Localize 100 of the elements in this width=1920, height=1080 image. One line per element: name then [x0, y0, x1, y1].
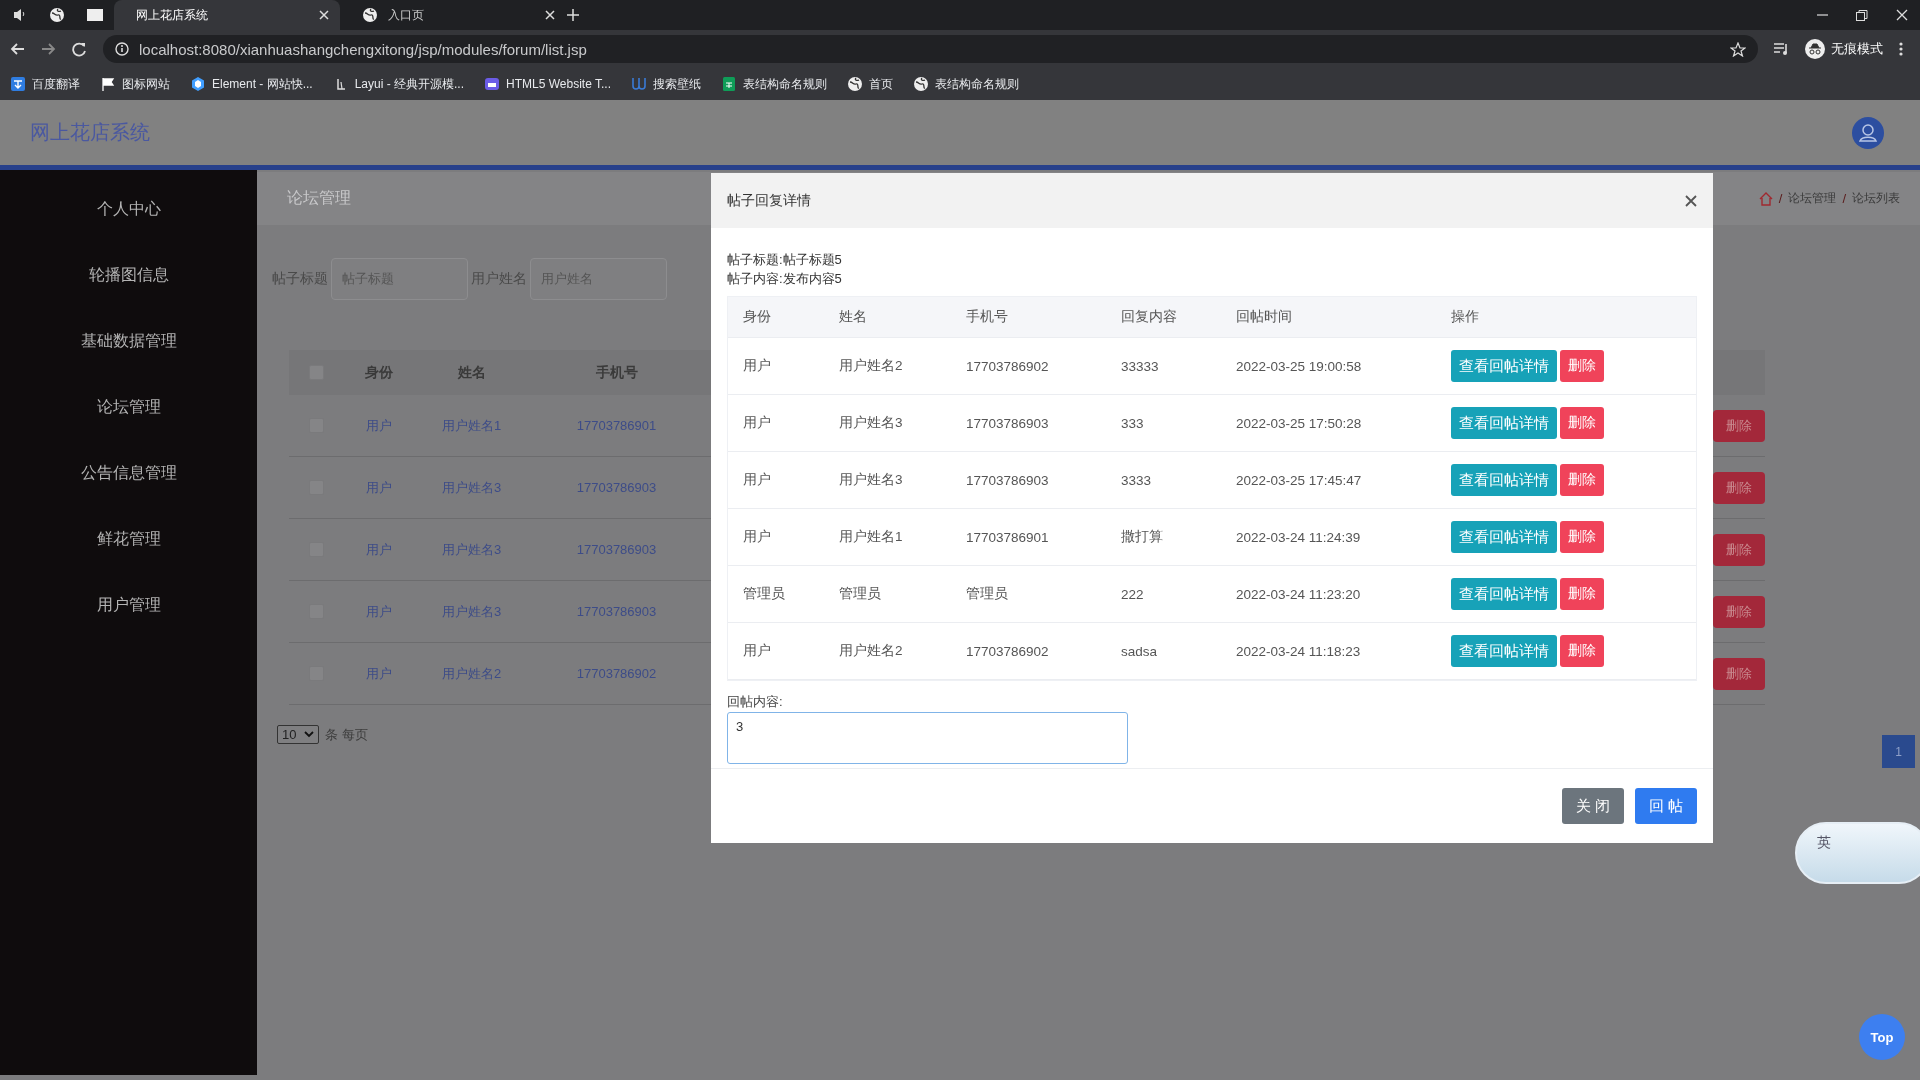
reply-button[interactable]: 回 帖 — [1635, 788, 1697, 824]
browser-tab[interactable]: 入口页 — [340, 0, 566, 30]
delete-button[interactable]: 删除 — [1560, 578, 1604, 610]
browser-tab[interactable]: 网上花店系统 — [114, 0, 340, 30]
ime-mode: 英 — [1817, 834, 1831, 852]
table-cell-text: 用户姓名2 — [839, 642, 904, 660]
sidebar-item[interactable]: 个人中心 — [96, 176, 161, 242]
hexagon-icon — [190, 76, 206, 92]
column-header: 操作 — [1451, 308, 1480, 326]
incognito-label: 无痕模式 — [1831, 40, 1883, 58]
column-header: 手机号 — [966, 308, 1009, 326]
close-icon[interactable] — [1685, 194, 1697, 207]
table-cell-text: 17703786903 — [575, 542, 658, 557]
table-cell-text: 2022-03-24 11:23:20 — [1236, 586, 1362, 602]
reload-icon[interactable] — [72, 41, 87, 57]
globe-icon — [362, 7, 378, 23]
back-icon[interactable] — [10, 42, 25, 56]
delete-button[interactable]: 删除 — [1560, 350, 1604, 382]
globe-icon[interactable] — [49, 7, 65, 23]
info-icon[interactable] — [115, 42, 129, 56]
delete-button[interactable]: 删除 — [1560, 635, 1604, 667]
table-cell-text: 17703786902 — [966, 643, 1050, 659]
delete-button[interactable]: 删除 — [1713, 533, 1765, 566]
restore-icon[interactable] — [1856, 9, 1868, 21]
bookmark[interactable]: HTML5 Website T... — [484, 76, 611, 92]
sidebar-item[interactable]: 用户管理 — [96, 572, 161, 638]
sidebar-item[interactable]: 公告信息管理 — [80, 440, 177, 506]
column-header: 手机号 — [594, 363, 639, 382]
table-cell-text: 用户 — [743, 414, 772, 432]
view-reply-button[interactable]: 查看回帖详情 — [1451, 635, 1557, 667]
table-cell-text: 用户姓名2 — [839, 357, 904, 375]
delete-button[interactable]: 删除 — [1713, 471, 1765, 504]
column-header: 姓名 — [456, 363, 487, 382]
bookmark[interactable]: 首页 — [847, 75, 893, 93]
table-cell-text: 2022-03-25 17:50:28 — [1236, 415, 1363, 431]
column-header: 身份 — [364, 363, 394, 382]
view-reply-button[interactable]: 查看回帖详情 — [1451, 521, 1557, 553]
table-cell-text: 用户姓名3 — [839, 471, 904, 489]
bookmark[interactable]: 搜索壁纸 — [631, 75, 701, 93]
field-label: 回帖内容: — [727, 693, 784, 711]
table-cell-text: 2022-03-25 17:45:47 — [1236, 472, 1363, 488]
playlist-icon[interactable] — [1774, 42, 1789, 56]
table-cell-text: 用户 — [365, 478, 393, 497]
star-icon[interactable] — [1730, 41, 1746, 57]
table-cell-text: 17703786902 — [575, 666, 658, 681]
view-reply-button[interactable]: 查看回帖详情 — [1451, 578, 1557, 610]
breadcrumb-separator: / — [1842, 191, 1846, 206]
globe-icon — [847, 76, 863, 92]
view-reply-button[interactable]: 查看回帖详情 — [1451, 407, 1557, 439]
bookmark[interactable]: Layui - 经典开源模... — [332, 75, 465, 93]
table-cell-text: 用户 — [743, 471, 772, 489]
view-reply-button[interactable]: 查看回帖详情 — [1451, 464, 1557, 496]
ime-widget[interactable]: 英 — [1795, 822, 1920, 884]
delete-button[interactable]: 删除 — [1560, 521, 1604, 553]
bookmark[interactable]: 表结构命名规则 — [913, 75, 1019, 93]
bookmark[interactable]: 图标网站 — [100, 75, 170, 93]
bookmark[interactable]: Element - 网站快... — [190, 75, 313, 93]
bookmark[interactable]: 表结构命名规则 — [721, 75, 827, 93]
column-header: 回复内容 — [1121, 308, 1178, 326]
forward-icon[interactable] — [41, 42, 56, 56]
table-cell-text: 2022-03-25 19:00:58 — [1236, 358, 1363, 374]
sidebar-item[interactable]: 论坛管理 — [96, 374, 161, 440]
column-header: 身份 — [743, 308, 772, 326]
table-cell-text: 用户 — [743, 357, 772, 375]
breadcrumb-separator: / — [1778, 191, 1783, 206]
page-size-select[interactable]: 10 — [277, 725, 320, 744]
back-to-top-button[interactable]: Top — [1859, 1014, 1905, 1060]
sidebar-item[interactable]: 基础数据管理 — [80, 308, 177, 374]
incognito-icon[interactable] — [1805, 39, 1825, 59]
table-cell-text: 用户 — [365, 664, 393, 683]
delete-button[interactable]: 删除 — [1560, 407, 1604, 439]
page-button[interactable]: 1 — [1882, 735, 1915, 768]
table-cell-text: 用户姓名3 — [440, 602, 503, 621]
table-cell-text: 用户姓名3 — [839, 414, 904, 432]
breadcrumb-link[interactable]: 论坛列表 — [1852, 190, 1900, 207]
bookmark[interactable]: 百度翻译 — [10, 75, 80, 93]
speaker-icon[interactable] — [12, 7, 26, 23]
delete-button[interactable]: 删除 — [1713, 595, 1765, 628]
column-header: 姓名 — [839, 308, 868, 326]
table-cell-text: 2022-03-24 11:18:23 — [1236, 643, 1362, 659]
sidebar-item[interactable]: 轮播图信息 — [88, 242, 169, 308]
reply-textarea[interactable]: 3 — [727, 712, 1128, 764]
delete-button[interactable]: 删除 — [1713, 657, 1765, 690]
breadcrumb-link[interactable]: 论坛管理 — [1788, 190, 1837, 207]
close-button[interactable]: 关 闭 — [1562, 788, 1624, 824]
table-cell-text: 17703786903 — [966, 415, 1050, 431]
table-cell-text: 222 — [1121, 586, 1145, 602]
table-cell-text: 管理员 — [839, 585, 882, 603]
delete-button[interactable]: 删除 — [1560, 464, 1604, 496]
view-reply-button[interactable]: 查看回帖详情 — [1451, 350, 1557, 382]
menu-icon[interactable] — [1899, 42, 1903, 56]
page-size-label: 条 每页 — [325, 725, 369, 744]
sidebar-item[interactable]: 鲜花管理 — [96, 506, 161, 572]
table-cell-text: 333 — [1121, 415, 1145, 431]
window-icon[interactable] — [87, 8, 103, 22]
table-cell-text: 33333 — [1121, 358, 1160, 374]
address-bar[interactable]: localhost:8080/xianhuashangchengxitong/jsp/modules/forum/list.jsp — [103, 35, 1758, 63]
user-avatar-icon[interactable] — [1852, 116, 1884, 149]
delete-button[interactable]: 删除 — [1713, 409, 1765, 442]
new-tab-icon[interactable] — [566, 8, 580, 22]
